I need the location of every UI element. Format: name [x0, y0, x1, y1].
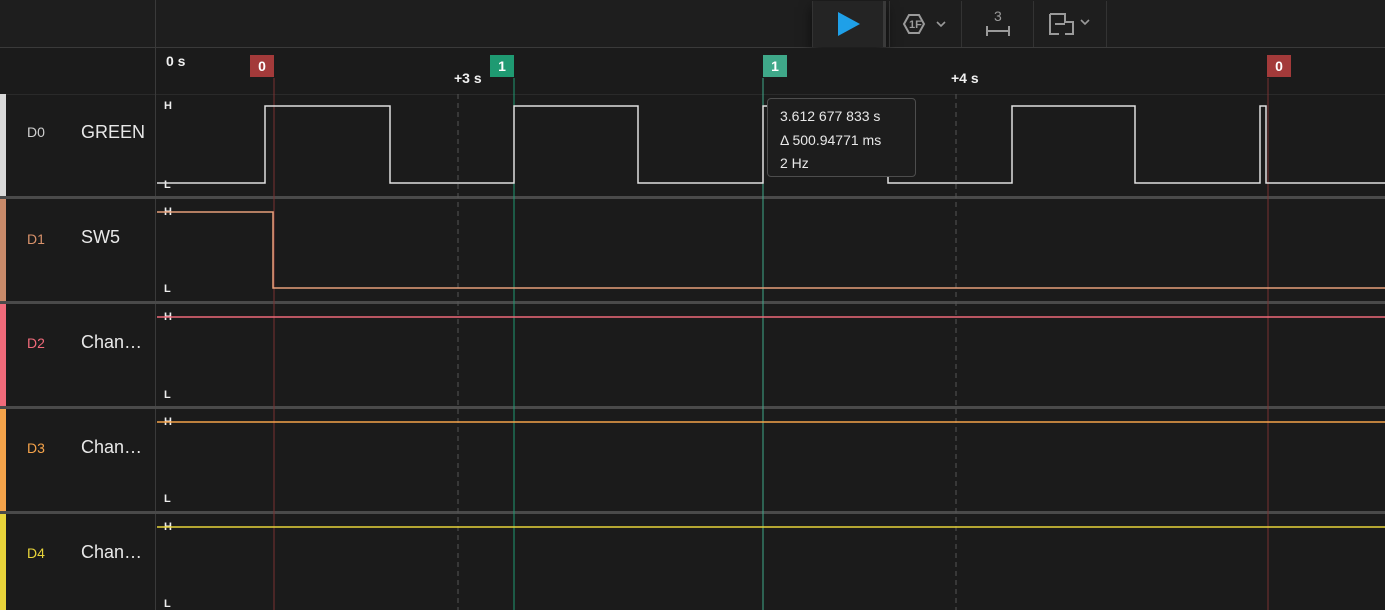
level-low-label: L: [164, 179, 171, 191]
level-high-label: H: [164, 100, 172, 112]
tooltip-time: 3.612 677 833 s: [780, 108, 881, 124]
tooltip-delta: Δ 500.94771 ms: [780, 131, 882, 148]
waveform-area[interactable]: H L H L H L H L H L: [0, 0, 1385, 610]
level-low-label: L: [164, 283, 171, 295]
level-low-label: L: [164, 389, 171, 401]
measurement-tooltip: 3.612 677 833 s Δ 500.94771 ms 2 Hz: [767, 98, 916, 177]
level-low-label: L: [164, 493, 171, 505]
level-low-label: L: [164, 598, 171, 610]
tooltip-frequency: 2 Hz: [780, 155, 809, 171]
channel-waveform-d3: H L: [157, 416, 1385, 505]
channel-waveform-d1: H L: [157, 206, 1385, 295]
channel-waveform-d4: H L: [157, 521, 1385, 610]
channel-waveform-d2: H L: [157, 311, 1385, 401]
